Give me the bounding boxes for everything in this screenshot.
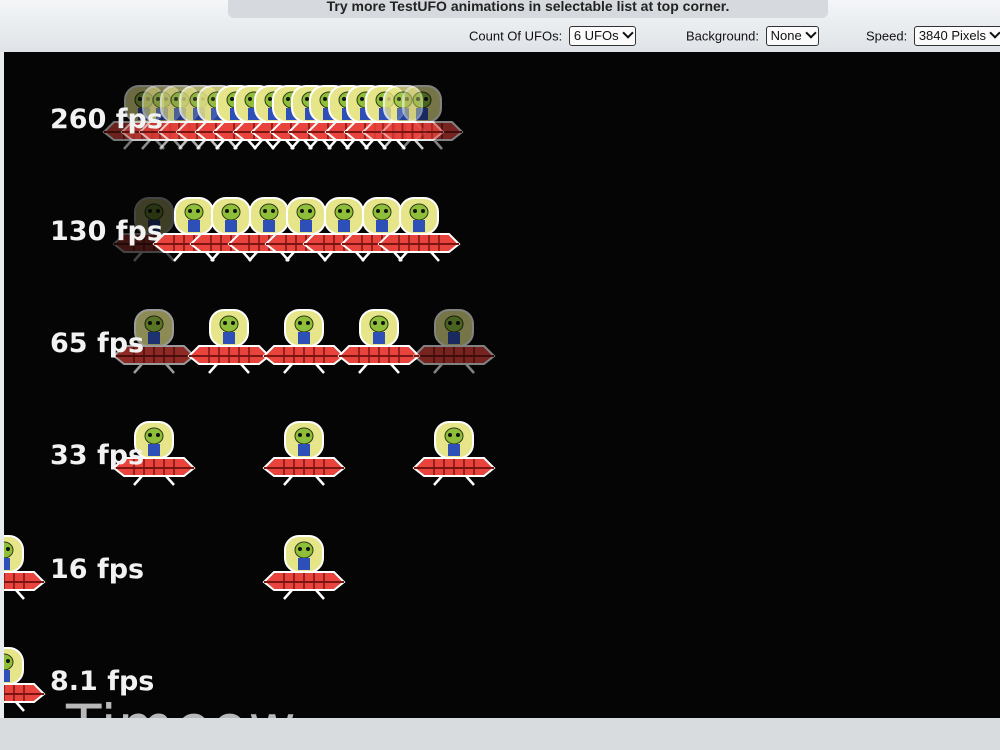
fps-label-260: 260 fps: [50, 104, 163, 135]
ufo-count-label: Count Of UFOs:: [469, 28, 563, 44]
fps-label-16: 16 fps: [50, 554, 145, 585]
background-label: Background:: [686, 28, 759, 44]
ufo-count-control: Count Of UFOs: 6 UFOs: [469, 26, 636, 46]
ufo-icon: [4, 532, 48, 607]
top-toolbar: Try more TestUFO animations in selectabl…: [0, 0, 1000, 52]
ufo-count-select[interactable]: 6 UFOs: [568, 26, 636, 46]
speed-label: Speed:: [866, 28, 908, 44]
background-control: Background: None: [686, 26, 819, 46]
ufo-count-value: 6 UFOs: [573, 28, 619, 43]
ufo-icon: [4, 644, 48, 718]
speed-value: 3840 Pixels: [918, 28, 987, 43]
fps-label-65: 65 fps: [50, 328, 145, 359]
notice-text: Try more TestUFO animations in selectabl…: [326, 0, 730, 14]
animation-stage: 260 fps 130 fps 65 fps 33 fps 16 fps 8.1…: [4, 52, 1000, 718]
watermark-text: Timeow: [66, 692, 297, 718]
speed-control: Speed: 3840 Pixels: [866, 26, 1000, 46]
chevron-down-icon: [989, 27, 1000, 39]
fps-label-33: 33 fps: [50, 440, 145, 471]
ufo-icon: [378, 82, 466, 157]
speed-select[interactable]: 3840 Pixels: [913, 26, 1000, 46]
bottom-bar: [0, 718, 1000, 750]
fps-label-130: 130 fps: [50, 216, 163, 247]
background-value: None: [770, 28, 802, 43]
ufo-icon: [410, 418, 498, 493]
ufo-icon: [260, 532, 348, 607]
background-select[interactable]: None: [765, 26, 819, 46]
ufo-icon: [410, 306, 498, 381]
chevron-down-icon: [805, 27, 817, 39]
chevron-down-icon: [621, 27, 634, 39]
ufo-icon: [375, 194, 463, 269]
notice-banner: Try more TestUFO animations in selectabl…: [228, 0, 828, 18]
ufo-icon: [260, 418, 348, 493]
